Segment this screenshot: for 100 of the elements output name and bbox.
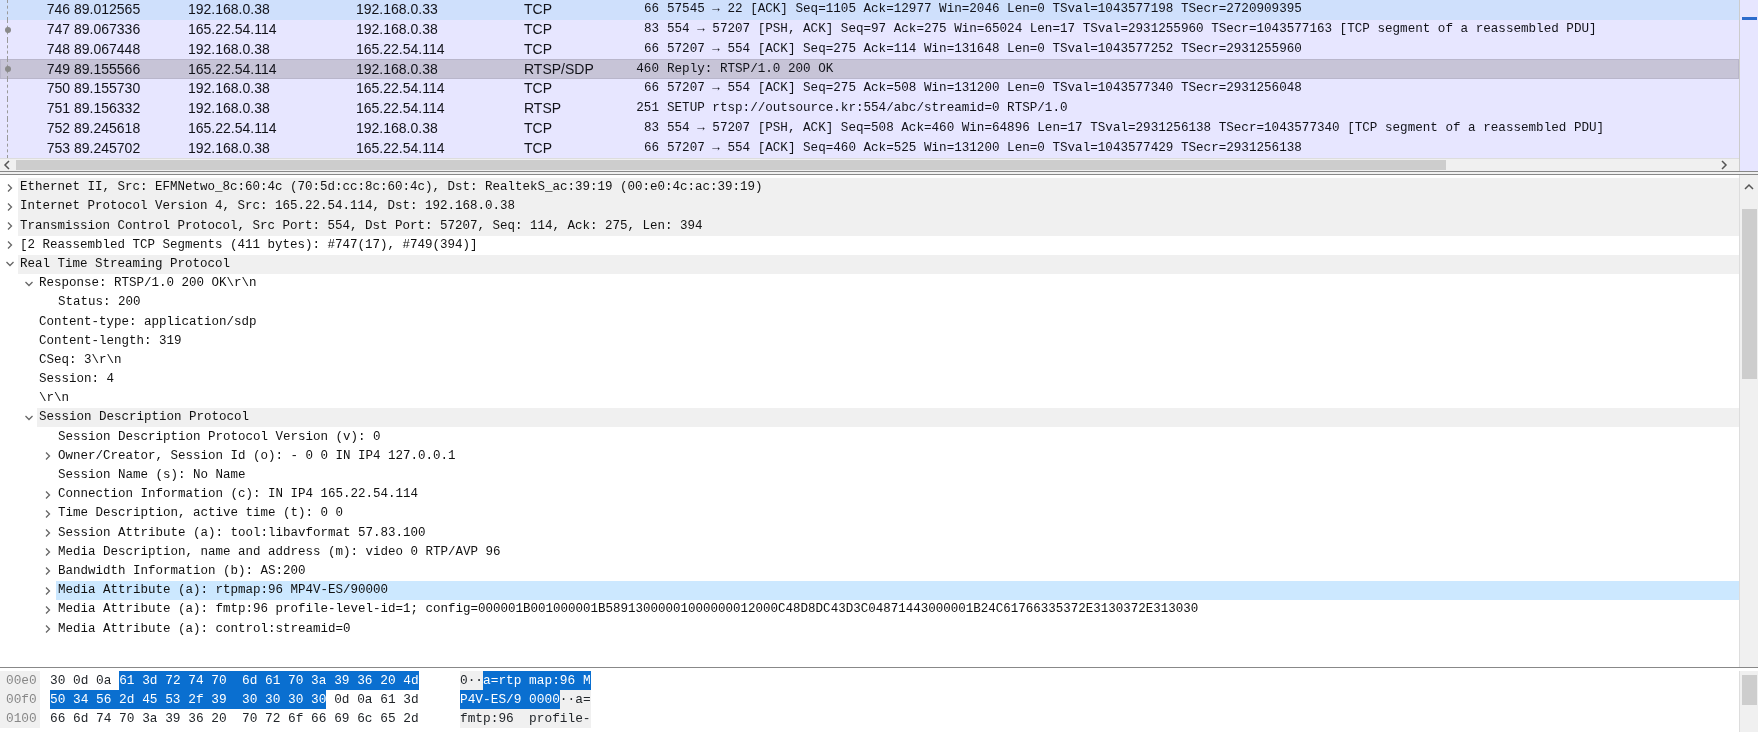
packet-time: 89.067448: [74, 40, 141, 57]
source-address: 192.168.0.38: [188, 1, 270, 18]
packet-row[interactable]: 750 89.155730 192.168.0.38 165.22.54.114 TCP 66 57207 → 554 [ACK] Seq=275 Ack=508 Win=131200 Len=0 TSval=1043577340 TSecr=2931256048: [0, 79, 1739, 99]
protocol-name: TCP: [524, 40, 552, 57]
collapsed-chevron-icon[interactable]: [5, 182, 15, 193]
packet-row[interactable]: 752 89.245618 165.22.54.114 192.168.0.38 TCP 83 554 → 57207 [PSH, ACK] Seq=508 Ack=460 Win=64896 Len=17 TSval=2931256138 TSecr=1043577340 [TCP segment of a reassembled PDU]: [0, 118, 1739, 139]
packet-length: 66: [643, 41, 659, 56]
packet-time: 89.245618: [74, 119, 141, 136]
packet-number: 747: [46, 21, 70, 38]
packet-length: 83: [643, 22, 659, 37]
protocol-name: TCP: [524, 80, 552, 97]
source-address: 192.168.0.38: [188, 80, 270, 97]
packet-time: 89.067336: [74, 21, 141, 38]
tree-item[interactable]: Internet Protocol Version 4, Src: 165.22.54.114, Dst: 192.168.0.38: [18, 197, 1739, 217]
collapsed-chevron-icon[interactable]: [5, 220, 15, 231]
packet-time: 89.012565: [74, 1, 141, 18]
collapsed-chevron-icon[interactable]: [5, 201, 15, 212]
packet-info: SETUP rtsp://outsource.kr:554/abc/streamid=0 RTSP/1.0: [667, 100, 1068, 118]
destination-address: 192.168.0.38: [356, 21, 438, 38]
packet-info: 554 → 57207 [PSH, ACK] Seq=508 Ack=460 Win=64896 Len=17 TSval=2931256138 TSecr=1043577340 [TCP segment of a reassembled PDU]: [667, 119, 1605, 137]
scrollbar[interactable]: [0, 158, 1739, 171]
source-address: 165.22.54.114: [188, 21, 277, 38]
packet-info: 57207 → 554 [ACK] Seq=275 Ack=508 Win=131200 Len=0 TSval=1043577340 TSecr=2931256048: [667, 80, 1302, 98]
scrollbar[interactable]: [1739, 0, 1758, 171]
scrollbar[interactable]: [1739, 175, 1758, 667]
destination-address: 192.168.0.38: [356, 119, 438, 136]
hex-bytes: 66 6d 74 70 3a 39 36 20 70 72 6f 66 69 6c 65 2d: [50, 709, 419, 728]
packet-time: 89.155566: [74, 60, 141, 77]
byte-offset: 0100: [0, 709, 40, 728]
packet-length: 66: [643, 140, 659, 155]
tree-item[interactable]: Transmission Control Protocol, Src Port: 554, Dst Port: 57207, Seq: 114, Ack: 275, Len: 394: [18, 216, 1739, 236]
packet-row[interactable]: 753 89.245702 192.168.0.38 165.22.54.114 TCP 66 57207 → 554 [ACK] Seq=460 Ack=525 Win=131200 Len=0 TSval=1043577429 TSecr=2931256138: [0, 138, 1739, 158]
tree-item[interactable]: Media Attribute (a): rtpmap:96 MP4V-ES/90000: [56, 580, 1739, 601]
source-address: 192.168.0.38: [188, 100, 270, 117]
source-address: 192.168.0.38: [188, 40, 270, 57]
protocol-name: TCP: [524, 119, 552, 136]
protocol-name: TCP: [524, 139, 552, 156]
protocol-name: RTSP: [524, 100, 562, 117]
tree-item[interactable]: Ethernet II, Src: EFMNetwo_8c:60:4c (70:5d:cc:8c:60:4c), Dst: RealtekS_ac:39:19 (00:e0:4c:ac:39:19): [18, 178, 1739, 198]
packet-length: 83: [643, 120, 659, 135]
packet-row[interactable]: 749 89.155566 165.22.54.114 192.168.0.38 RTSP/SDP 460 Reply: RTSP/1.0 200 OK: [0, 59, 1739, 79]
packet-number: 752: [46, 119, 70, 136]
source-address: 192.168.0.38: [188, 139, 270, 156]
packet-number: 750: [46, 80, 70, 97]
packet-info: 57207 → 554 [ACK] Seq=275 Ack=114 Win=131648 Len=0 TSval=1043577252 TSecr=2931255960: [667, 40, 1302, 58]
scrollbar[interactable]: [1739, 671, 1758, 732]
packet-number: 751: [46, 100, 70, 117]
packet-info: 57545 → 22 [ACK] Seq=1105 Ack=12977 Win=2046 Len=0 TSval=1043577198 TSecr=2720909395: [667, 1, 1302, 19]
destination-address: 165.22.54.114: [356, 40, 445, 57]
packet-row[interactable]: 747 89.067336 165.22.54.114 192.168.0.38 TCP 83 554 → 57207 [PSH, ACK] Seq=97 Ack=275 Win=65024 Len=17 TSval=2931255960 TSecr=1043577163 [TCP segment of a reassembled PDU]: [0, 19, 1739, 40]
collapsed-chevron-icon[interactable]: [43, 489, 53, 500]
collapsed-chevron-icon[interactable]: [43, 451, 53, 462]
source-address: 165.22.54.114: [188, 119, 277, 136]
tree-item[interactable]: Session Description Protocol: [37, 408, 1739, 428]
protocol-name: RTSP/SDP: [524, 60, 594, 77]
destination-address: 192.168.0.33: [356, 1, 438, 18]
ascii-text: ··a=: [559, 690, 591, 709]
packet-info: 57207 → 554 [ACK] Seq=460 Ack=525 Win=131200 Len=0 TSval=1043577429 TSecr=2931256138: [667, 139, 1302, 157]
packet-length: 66: [643, 2, 659, 17]
collapsed-chevron-icon[interactable]: [43, 527, 53, 538]
collapsed-chevron-icon[interactable]: [43, 547, 53, 558]
ascii-text: 0··: [460, 671, 484, 690]
tree-item[interactable]: Real Time Streaming Protocol: [18, 254, 1739, 274]
packet-time: 89.245702: [74, 139, 141, 156]
destination-address: 192.168.0.38: [356, 60, 438, 77]
ascii-text: P4V-ES/9 0000: [460, 689, 560, 710]
protocol-name: TCP: [524, 1, 552, 18]
packet-row[interactable]: 751 89.156332 192.168.0.38 165.22.54.114 RTSP 251 SETUP rtsp://outsource.kr:554/abc/streamid=0 RTSP/1.0: [0, 98, 1739, 119]
packet-number: 748: [46, 40, 70, 57]
collapsed-chevron-icon[interactable]: [43, 585, 53, 596]
packet-length: 460: [636, 61, 659, 76]
source-address: 165.22.54.114: [188, 60, 277, 77]
ascii-text: fmtp:96 profile-: [460, 709, 591, 728]
packet-info: Reply: RTSP/1.0 200 OK: [667, 60, 834, 78]
hex-bytes: 30 0d 0a: [50, 671, 112, 690]
packet-length: 251: [636, 101, 659, 116]
hex-bytes: 0d 0a 61 3d: [334, 690, 419, 709]
packet-number: 749: [46, 60, 70, 77]
packet-time: 89.155730: [74, 80, 141, 97]
collapsed-chevron-icon[interactable]: [43, 623, 53, 634]
packet-length: 66: [643, 81, 659, 96]
ascii-text: a=rtp map:96 M: [483, 670, 591, 691]
protocol-name: TCP: [524, 21, 552, 38]
packet-number: 753: [46, 139, 70, 156]
packet-info: 554 → 57207 [PSH, ACK] Seq=97 Ack=275 Win=65024 Len=17 TSval=2931255960 TSecr=1043577163 [TCP segment of a reassembled PDU]: [667, 21, 1597, 39]
destination-address: 165.22.54.114: [356, 100, 445, 117]
collapsed-chevron-icon[interactable]: [5, 240, 15, 251]
hex-bytes: 50 34 56 2d 45 53 2f 39 30 30 30 30: [50, 689, 327, 710]
collapsed-chevron-icon[interactable]: [43, 566, 53, 577]
destination-address: 165.22.54.114: [356, 80, 445, 97]
hex-bytes: 61 3d 72 74 70 6d 61 70 3a 39 36 20 4d: [119, 670, 419, 691]
collapsed-chevron-icon[interactable]: [43, 604, 53, 615]
packet-time: 89.156332: [74, 100, 141, 117]
packet-row[interactable]: 746 89.012565 192.168.0.38 192.168.0.33 TCP 66 57545 → 22 [ACK] Seq=1105 Ack=12977 Win=2046 Len=0 TSval=1043577198 TSecr=2720909395: [0, 0, 1739, 20]
packet-number: 746: [46, 1, 70, 18]
destination-address: 165.22.54.114: [356, 139, 445, 156]
byte-offset: 00f0: [0, 690, 40, 709]
packet-row[interactable]: 748 89.067448 192.168.0.38 165.22.54.114 TCP 66 57207 → 554 [ACK] Seq=275 Ack=114 Win=131648 Len=0 TSval=1043577252 TSecr=2931255960: [0, 39, 1739, 60]
byte-offset: 00e0: [0, 671, 40, 690]
collapsed-chevron-icon[interactable]: [43, 508, 53, 519]
